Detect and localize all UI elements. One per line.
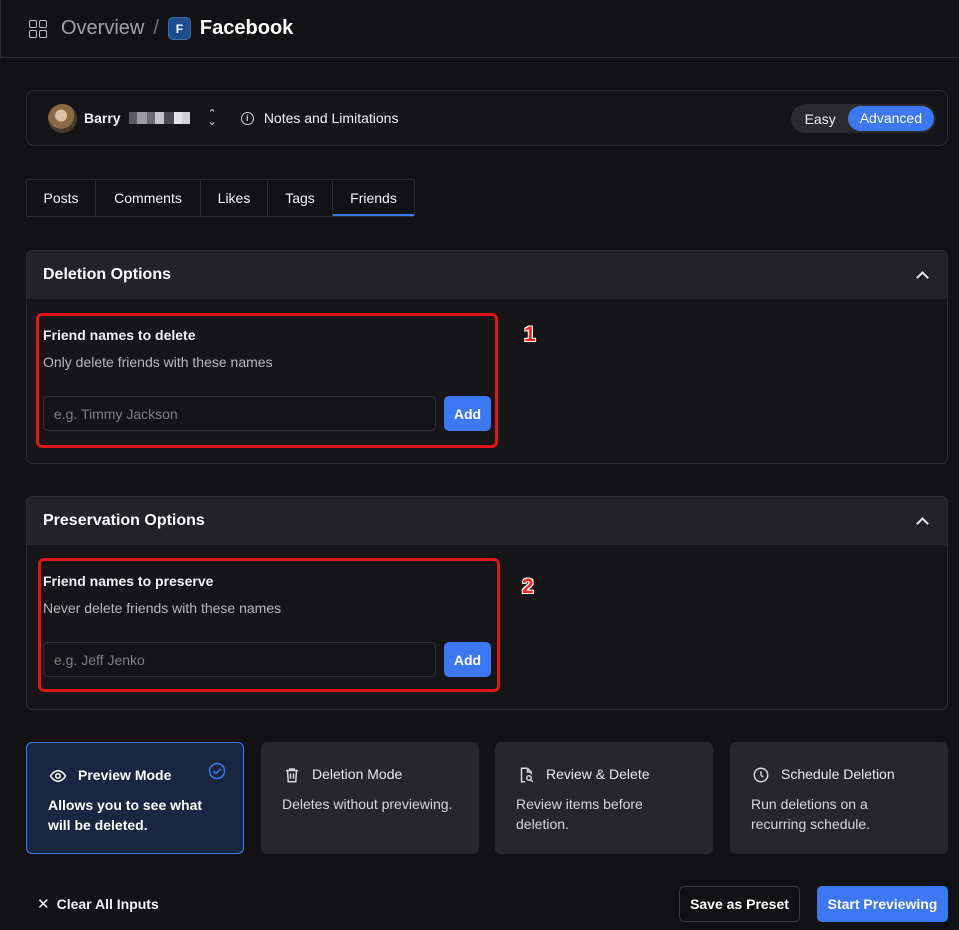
deletion-mode-desc: Deletes without previewing. <box>282 796 453 812</box>
save-as-preset-button[interactable]: Save as Preset <box>679 886 800 922</box>
close-icon: ✕ <box>37 896 50 913</box>
deletion-options-header[interactable]: Deletion Options <box>27 251 947 299</box>
deletion-mode-title: Deletion Mode <box>312 766 403 782</box>
file-search-icon <box>520 767 534 783</box>
deletion-mode-card[interactable]: Deletion Mode Deletes without previewing… <box>261 742 479 854</box>
chevron-up-icon[interactable] <box>916 271 929 284</box>
clear-all-inputs-label: Clear All Inputs <box>56 896 159 912</box>
annotation-box-2 <box>38 558 500 692</box>
tab-tags[interactable]: Tags <box>268 180 333 216</box>
content-tabs: Posts Comments Likes Tags Friends <box>26 179 415 217</box>
deletion-options-title: Deletion Options <box>43 266 171 283</box>
tab-friends[interactable]: Friends <box>333 180 414 216</box>
account-bar: Barry ⌃ ⌄ i Notes and Limitations Easy Ad… <box>26 90 948 146</box>
start-previewing-button[interactable]: Start Previewing <box>817 886 948 922</box>
account-switcher-icon[interactable]: ⌃ ⌄ <box>208 109 217 128</box>
annotation-box-1 <box>36 313 498 448</box>
notes-and-limitations-link[interactable]: Notes and Limitations <box>264 110 399 126</box>
preservation-options-header[interactable]: Preservation Options <box>27 497 947 545</box>
account-name: Barry <box>84 110 121 126</box>
tab-likes[interactable]: Likes <box>201 180 268 216</box>
tab-posts[interactable]: Posts <box>27 180 96 216</box>
chevron-up-icon[interactable] <box>916 517 929 530</box>
breadcrumb-separator: / <box>153 17 159 39</box>
preservation-options-title: Preservation Options <box>43 512 205 529</box>
toggle-easy[interactable]: Easy <box>793 111 848 127</box>
breadcrumb-overview[interactable]: Overview <box>61 17 144 40</box>
info-icon: i <box>240 111 254 125</box>
clear-all-inputs-button[interactable]: ✕ Clear All Inputs <box>37 895 159 913</box>
easy-advanced-toggle[interactable]: Easy Advanced <box>790 104 936 133</box>
clock-icon <box>753 767 769 783</box>
redacted-name <box>128 112 190 124</box>
trash-icon <box>286 768 298 783</box>
schedule-deletion-desc: Run deletions on a recurring schedule. <box>751 796 871 832</box>
schedule-deletion-card[interactable]: Schedule Deletion Run deletions on a rec… <box>730 742 948 854</box>
page-title: Facebook <box>199 17 294 39</box>
facebook-icon: F <box>167 17 191 40</box>
review-delete-card[interactable]: Review & Delete Review items before dele… <box>495 742 713 854</box>
preview-mode-card[interactable]: Preview Mode Allows you to see what will… <box>26 742 244 854</box>
check-circle-icon <box>208 762 226 780</box>
tab-comments[interactable]: Comments <box>96 180 201 216</box>
annotation-number-1: 1 <box>524 323 536 346</box>
review-delete-title: Review & Delete <box>546 766 650 782</box>
toggle-advanced[interactable]: Advanced <box>847 106 934 131</box>
preview-mode-desc: Allows you to see what will be deleted. <box>48 797 203 833</box>
avatar <box>48 103 77 133</box>
annotation-number-2: 2 <box>522 575 534 598</box>
breadcrumb: Overview / F Facebook <box>0 0 959 58</box>
preview-mode-title: Preview Mode <box>78 767 172 783</box>
grid-icon[interactable] <box>29 19 47 38</box>
review-delete-desc: Review items before deletion. <box>516 796 643 832</box>
eye-icon <box>49 769 67 783</box>
schedule-deletion-title: Schedule Deletion <box>781 766 895 782</box>
